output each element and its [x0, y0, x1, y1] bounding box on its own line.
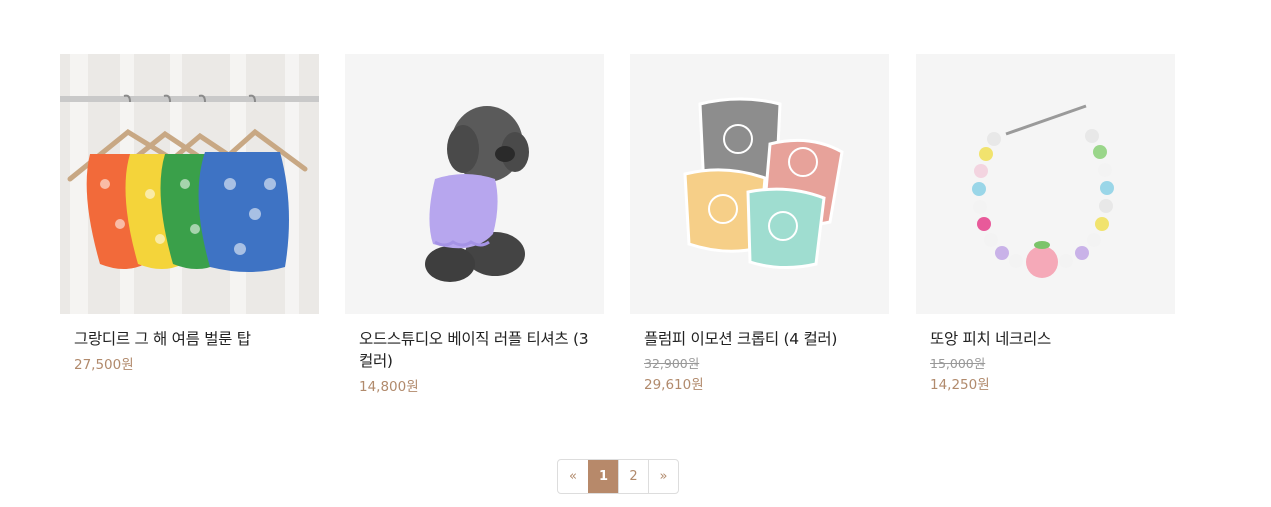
product-name[interactable]: 오드스튜디오 베이직 러플 티셔츠 (3컬러) [359, 328, 591, 372]
pagination: « 1 2 » [557, 459, 679, 494]
product-image-link[interactable] [916, 54, 1175, 314]
pagination-page-2[interactable]: 2 [618, 460, 648, 493]
product-image-link[interactable] [630, 54, 889, 314]
pagination-prev-button[interactable]: « [558, 460, 588, 493]
pagination-next-button[interactable]: » [648, 460, 678, 493]
product-grid: 그랑디르 그 해 여름 벌룬 탑 27,500원 오드스튜디오 베이직 러플 티… [60, 54, 1176, 396]
product-price: 14,800원 [359, 379, 419, 395]
hanging-balloon-tops-image [60, 54, 319, 314]
product-card[interactable]: 또앙 피치 네크리스 15,000원 14,250원 [916, 54, 1176, 394]
product-card[interactable]: 오드스튜디오 베이직 러플 티셔츠 (3컬러) 14,800원 [345, 54, 605, 396]
product-name[interactable]: 그랑디르 그 해 여름 벌룬 탑 [74, 328, 306, 350]
product-original-price: 15,000원 [930, 356, 986, 371]
product-image-link[interactable] [345, 54, 604, 314]
product-image-link[interactable] [60, 54, 319, 314]
product-card[interactable]: 플럼피 이모션 크롭티 (4 컬러) 32,900원 29,610원 [630, 54, 890, 394]
smiley-crop-tees-image [630, 54, 889, 314]
product-card[interactable]: 그랑디르 그 해 여름 벌룬 탑 27,500원 [60, 54, 320, 374]
peach-bead-necklace-image [916, 54, 1175, 314]
poodle-purple-ruffle-tee-image [345, 54, 604, 314]
product-name[interactable]: 또앙 피치 네크리스 [930, 328, 1162, 350]
product-original-price: 32,900원 [644, 356, 700, 371]
product-price: 27,500원 [74, 357, 134, 373]
product-name[interactable]: 플럼피 이모션 크롭티 (4 컬러) [644, 328, 876, 350]
product-price: 29,610원 [644, 377, 704, 393]
pagination-page-1[interactable]: 1 [588, 460, 618, 493]
product-price: 14,250원 [930, 377, 990, 393]
